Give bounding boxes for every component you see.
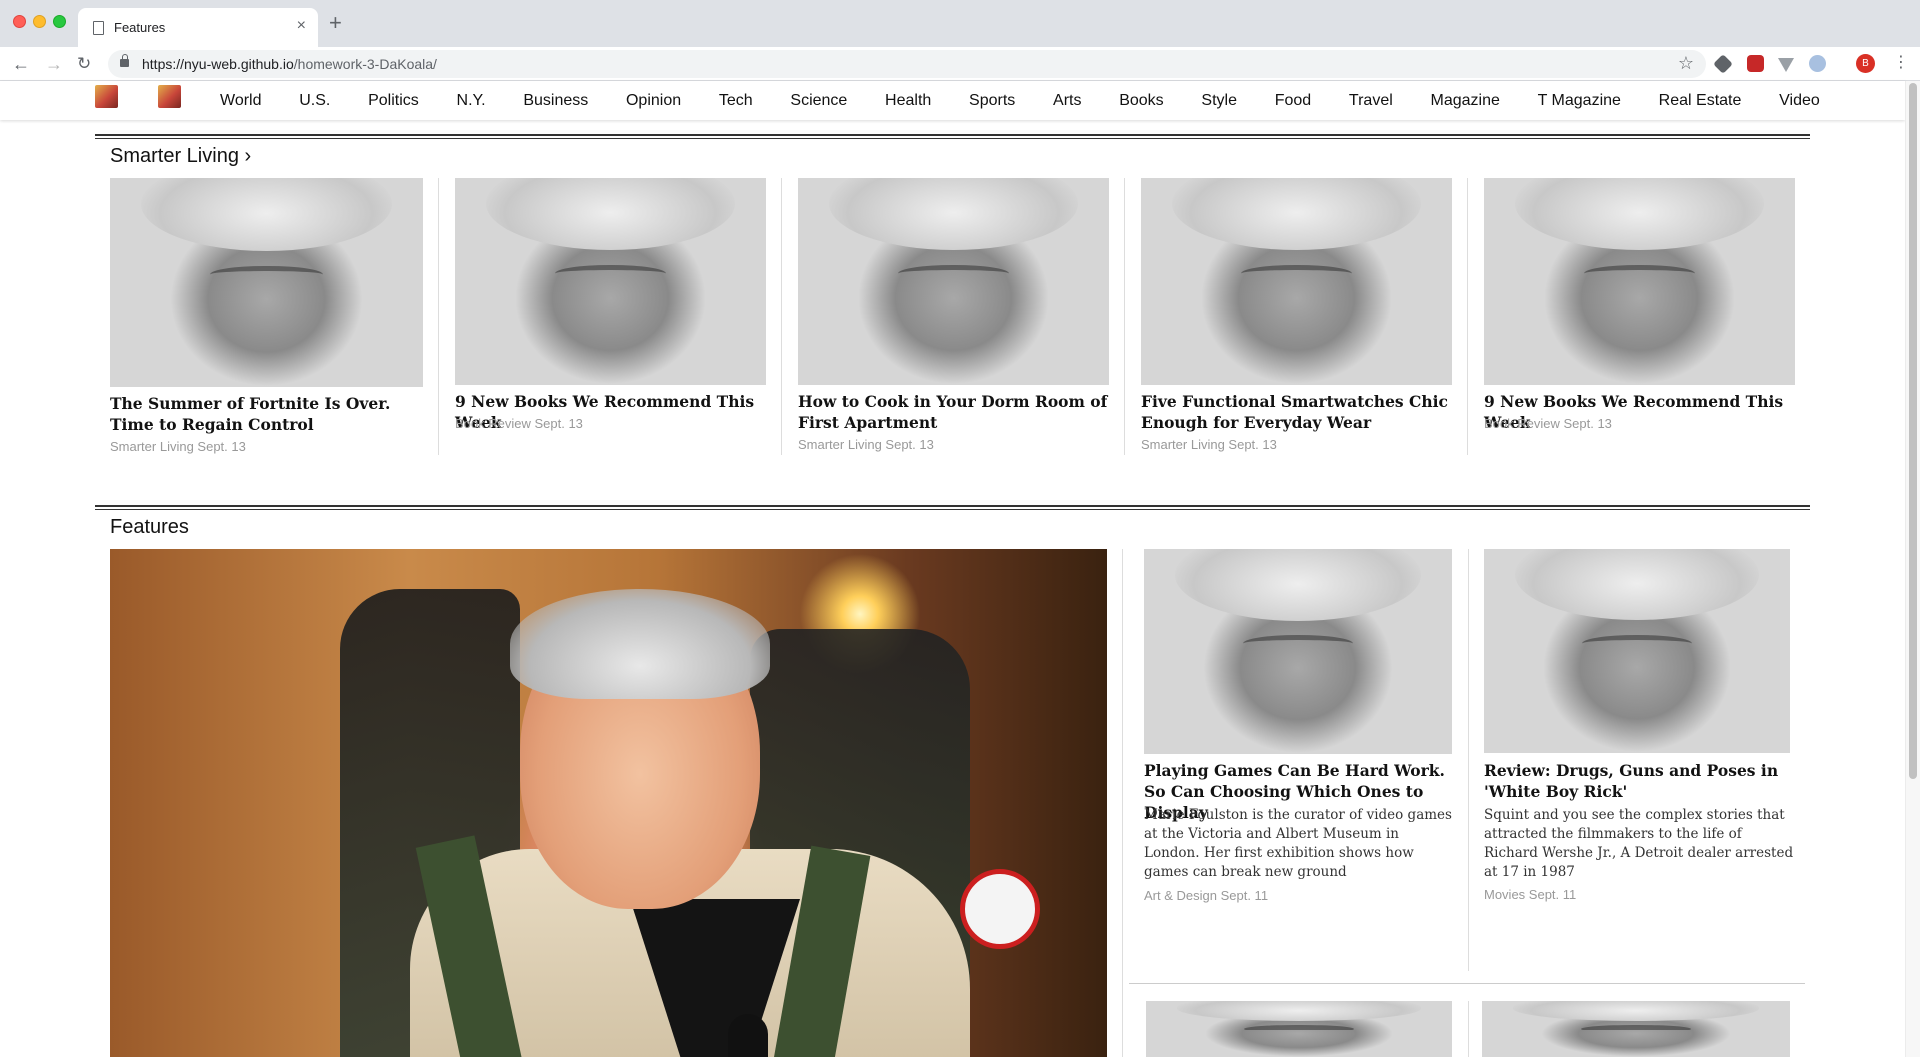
- page-scrollbar-thumb[interactable]: [1909, 83, 1917, 779]
- article-meta: Smarter Living Sept. 13: [110, 439, 246, 454]
- new-tab-icon[interactable]: +: [329, 11, 342, 35]
- section-rule: [95, 505, 1810, 510]
- menu-icon[interactable]: ⋮: [1893, 54, 1909, 72]
- browser-toolbar: ← → ↻ https://nyu-web.github.io/homework…: [0, 47, 1920, 81]
- feature-image-detail: [728, 1014, 768, 1057]
- nav-item-health[interactable]: Health: [885, 92, 931, 110]
- nav-item-ny[interactable]: N.Y.: [457, 92, 486, 110]
- address-bar[interactable]: https://nyu-web.github.io/homework-3-DaK…: [108, 50, 1706, 78]
- column-divider: [1122, 549, 1123, 1057]
- nav-item-business[interactable]: Business: [523, 92, 588, 110]
- nav-item-magazine[interactable]: Magazine: [1431, 92, 1500, 110]
- article-meta: Smarter Living Sept. 13: [1141, 437, 1277, 452]
- nav-item-style[interactable]: Style: [1201, 92, 1237, 110]
- article-meta: Book Review Sept. 13: [455, 416, 583, 431]
- nav-item-t-magazine[interactable]: T Magazine: [1538, 92, 1621, 110]
- lock-icon: [120, 54, 129, 67]
- article-title[interactable]: Five Functional Smartwatches Chic Enough…: [1141, 391, 1457, 433]
- tab-title: Features: [114, 20, 166, 35]
- site-logo[interactable]: [95, 85, 118, 108]
- back-arrow-icon[interactable]: ←: [12, 53, 30, 75]
- nav-item-travel[interactable]: Travel: [1349, 92, 1393, 110]
- section-rule: [95, 134, 1810, 139]
- page-icon: [93, 21, 104, 35]
- article-meta: Book Review Sept. 13: [1484, 416, 1612, 431]
- article-image[interactable]: [1146, 1001, 1452, 1057]
- article-title[interactable]: How to Cook in Your Dorm Room of First A…: [798, 391, 1114, 433]
- article-image[interactable]: [455, 178, 766, 385]
- feature-image-detail: [510, 589, 770, 699]
- column-divider: [781, 178, 782, 455]
- section-nav: World U.S. Politics N.Y. Business Opinio…: [220, 81, 1820, 120]
- article-image[interactable]: [110, 178, 423, 387]
- column-divider: [1468, 1001, 1469, 1057]
- forward-arrow-icon[interactable]: →: [45, 53, 63, 75]
- nav-item-tech[interactable]: Tech: [719, 92, 753, 110]
- column-divider: [1124, 178, 1125, 455]
- feature-main-image[interactable]: [110, 549, 1107, 1057]
- article-title[interactable]: Review: Drugs, Guns and Poses in 'White …: [1484, 760, 1790, 802]
- article-title[interactable]: The Summer of Fortnite Is Over. Time to …: [110, 393, 428, 435]
- site-nav: World U.S. Politics N.Y. Business Opinio…: [0, 81, 1905, 120]
- page-scrollbar-track[interactable]: [1905, 81, 1920, 1057]
- nav-item-world[interactable]: World: [220, 92, 262, 110]
- nav-item-food[interactable]: Food: [1275, 92, 1311, 110]
- article-meta: Smarter Living Sept. 13: [798, 437, 934, 452]
- extension-shield-icon[interactable]: [1778, 58, 1794, 72]
- site-logo-secondary[interactable]: [158, 85, 181, 108]
- nav-item-science[interactable]: Science: [790, 92, 847, 110]
- article-summary: Squint and you see the complex stories t…: [1484, 807, 1794, 880]
- nav-item-real-estate[interactable]: Real Estate: [1659, 92, 1742, 110]
- avatar[interactable]: B: [1856, 54, 1875, 73]
- extension-red-icon[interactable]: [1747, 55, 1764, 72]
- window-minimize-button[interactable]: [33, 15, 46, 28]
- article-image[interactable]: [1484, 178, 1795, 385]
- star-icon[interactable]: ☆: [1678, 53, 1694, 74]
- column-divider: [438, 178, 439, 455]
- article-meta: Movies Sept. 11: [1484, 887, 1577, 902]
- nav-item-arts[interactable]: Arts: [1053, 92, 1081, 110]
- article-image[interactable]: [1141, 178, 1452, 385]
- nav-item-sports[interactable]: Sports: [969, 92, 1015, 110]
- nav-item-opinion[interactable]: Opinion: [626, 92, 681, 110]
- article-summary: Marie Foulston is the curator of video g…: [1144, 807, 1452, 880]
- url-host: https://nyu-web.github.io: [142, 56, 294, 72]
- article-image[interactable]: [1144, 549, 1452, 754]
- column-divider: [1467, 178, 1468, 455]
- features-title[interactable]: Features: [110, 516, 189, 539]
- url-path: /homework-3-DaKoala/: [293, 56, 437, 72]
- window-zoom-button[interactable]: [53, 15, 66, 28]
- url-text[interactable]: https://nyu-web.github.io/homework-3-DaK…: [142, 56, 437, 72]
- browser-tab-active[interactable]: Features ×: [78, 8, 318, 47]
- smarter-living-title[interactable]: Smarter Living ›: [110, 145, 251, 168]
- window-close-button[interactable]: [13, 15, 26, 28]
- column-divider: [1468, 549, 1469, 971]
- article-image[interactable]: [798, 178, 1109, 385]
- close-icon[interactable]: ×: [297, 17, 306, 35]
- article-meta: Art & Design Sept. 11: [1144, 888, 1269, 903]
- extension-info-icon[interactable]: [1809, 55, 1826, 72]
- feature-image-detail: [960, 869, 1040, 949]
- reload-icon[interactable]: ↻: [77, 53, 91, 75]
- article-image[interactable]: [1482, 1001, 1790, 1057]
- nav-item-books[interactable]: Books: [1119, 92, 1163, 110]
- nav-item-video[interactable]: Video: [1779, 92, 1820, 110]
- nav-item-us[interactable]: U.S.: [299, 92, 330, 110]
- nav-item-politics[interactable]: Politics: [368, 92, 419, 110]
- browser-tab-strip: Features × +: [0, 0, 1920, 47]
- row-divider: [1129, 983, 1805, 984]
- extension-tool-icon[interactable]: [1713, 54, 1733, 74]
- article-image[interactable]: [1484, 549, 1790, 753]
